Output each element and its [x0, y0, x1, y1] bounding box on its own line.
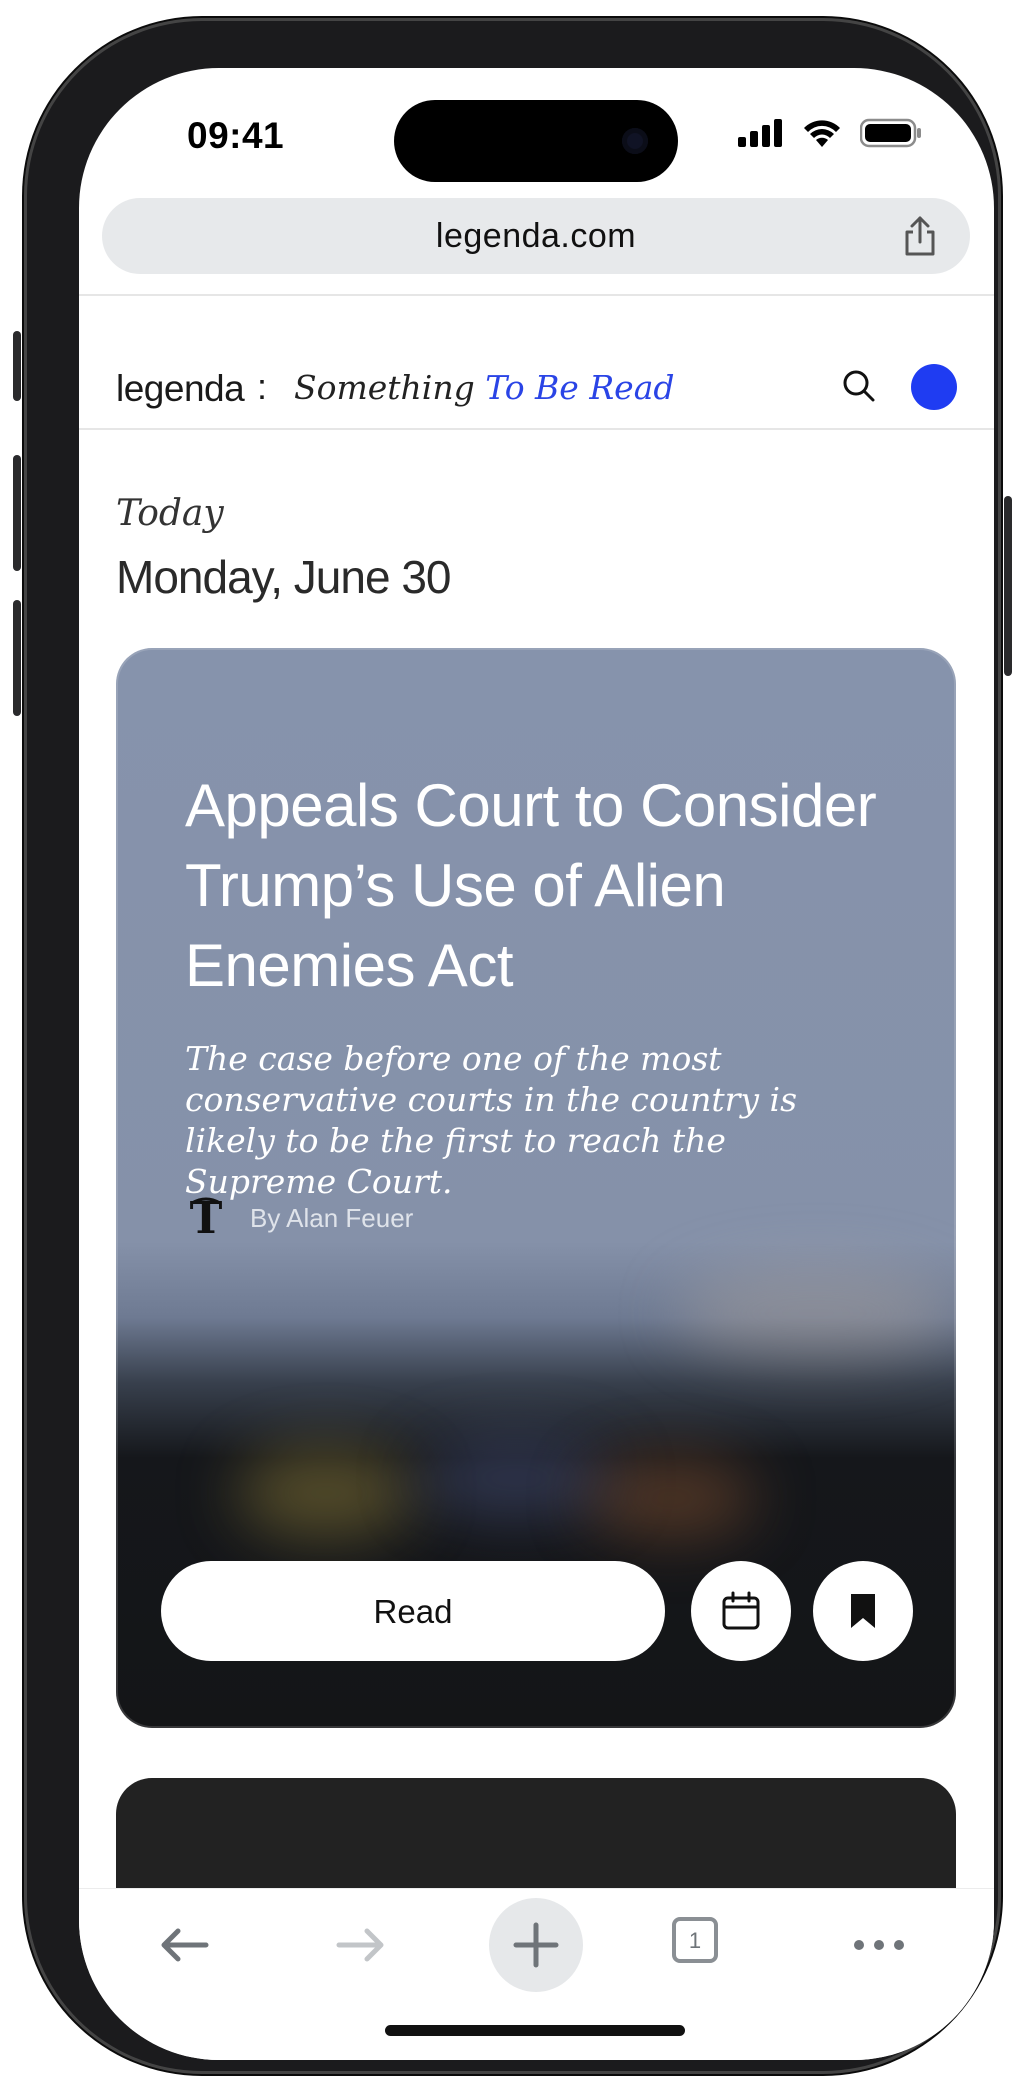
- logo-separator: :: [257, 366, 268, 407]
- status-time: 09:41: [187, 115, 285, 156]
- article-card[interactable]: Appeals Court to Consider Trump’s Use of…: [116, 648, 956, 1728]
- search-icon[interactable]: [839, 366, 879, 406]
- new-tab-button[interactable]: [489, 1898, 583, 1992]
- status-icons: [738, 118, 922, 148]
- back-button[interactable]: [154, 1915, 214, 1975]
- site-logo[interactable]: legenda: [116, 368, 245, 410]
- phone-frame: 09:41 legenda.com legenda: Something To…: [13, 18, 1012, 2074]
- dynamic-island: [394, 100, 678, 182]
- card-glow-warm: [236, 1448, 416, 1538]
- calendar-icon: [722, 1591, 760, 1630]
- camera-icon: [622, 128, 648, 154]
- header-divider-bottom: [79, 428, 994, 430]
- tagline-part1: Something: [294, 368, 475, 407]
- volume-up-button: [13, 455, 21, 571]
- card-glow-top: [676, 1268, 956, 1358]
- forward-arrow-icon: [336, 1928, 384, 1962]
- battery-icon: [860, 118, 921, 148]
- signal-icon: [738, 119, 782, 147]
- back-arrow-icon: [161, 1928, 209, 1962]
- plus-icon: [513, 1922, 559, 1968]
- power-button: [1004, 496, 1012, 676]
- tabs-button[interactable]: 1: [672, 1917, 718, 1963]
- read-button-label: Read: [373, 1593, 453, 1630]
- card-glow-orange: [586, 1458, 756, 1538]
- action-button: [13, 331, 21, 401]
- tab-count: 1: [688, 1928, 702, 1953]
- volume-down-button: [13, 600, 21, 716]
- more-button[interactable]: [849, 1915, 909, 1975]
- tagline-part2: To Be Read: [485, 368, 675, 407]
- today-label: Today: [116, 493, 224, 534]
- read-button[interactable]: Read: [161, 1561, 665, 1661]
- share-icon[interactable]: [898, 214, 942, 258]
- article-headline[interactable]: Appeals Court to Consider Trump’s Use of…: [185, 766, 905, 1006]
- bookmark-icon: [851, 1594, 875, 1628]
- more-icon: [854, 1940, 904, 1950]
- article-byline: By Alan Feuer: [250, 1203, 414, 1233]
- forward-button[interactable]: [331, 1915, 391, 1975]
- card-glow-blue: [416, 1438, 616, 1518]
- header-divider-top: [79, 294, 994, 296]
- home-indicator[interactable]: [385, 2025, 685, 2036]
- bookmark-button[interactable]: [813, 1561, 913, 1661]
- wifi-icon: [804, 120, 840, 147]
- screen: 09:41 legenda.com legenda: Something To…: [79, 68, 994, 2060]
- avatar[interactable]: [911, 364, 957, 410]
- url-text: legenda.com: [435, 217, 637, 255]
- article-dek: The case before one of the most conserva…: [185, 1039, 798, 1201]
- site-tagline: Something To Be Read: [294, 368, 675, 407]
- address-bar[interactable]: legenda.com: [102, 198, 970, 274]
- nyt-logo-icon: T: [190, 1193, 223, 1243]
- schedule-button[interactable]: [691, 1561, 791, 1661]
- page-title: Monday, June 30: [116, 551, 451, 603]
